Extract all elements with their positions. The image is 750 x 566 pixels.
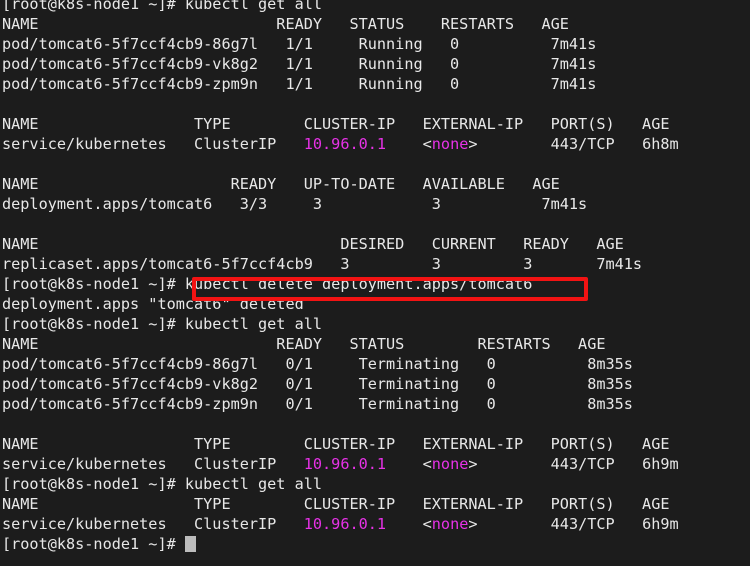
- terminal-line: pod/tomcat6-5f7ccf4cb9-zpm9n 1/1 Running…: [2, 75, 597, 93]
- ports-and-age: 443/TCP 6h8m: [477, 135, 679, 153]
- external-ip-value: none: [431, 455, 469, 473]
- shell-prompt: [root@k8s-node1 ~]#: [2, 535, 185, 553]
- service-name-and-type: service/kubernetes ClusterIP: [2, 455, 304, 473]
- ports-and-age: 443/TCP 6h9m: [477, 515, 679, 533]
- terminal-line: [root@k8s-node1 ~]# kubectl delete deplo…: [2, 275, 533, 293]
- terminal-line: pod/tomcat6-5f7ccf4cb9-zpm9n 0/1 Termina…: [2, 395, 633, 413]
- terminal-screen-buffer: [root@k8s-node1 ~]# kubectl get all NAME …: [2, 0, 679, 554]
- service-name-and-type: service/kubernetes ClusterIP: [2, 135, 304, 153]
- terminal-line: [root@k8s-node1 ~]#: [2, 534, 679, 554]
- terminal-line: pod/tomcat6-5f7ccf4cb9-86g7l 0/1 Termina…: [2, 355, 633, 373]
- terminal-line: service/kubernetes ClusterIP 10.96.0.1 <…: [2, 454, 679, 474]
- terminal-line: pod/tomcat6-5f7ccf4cb9-86g7l 1/1 Running…: [2, 35, 597, 53]
- terminal-window[interactable]: [root@k8s-node1 ~]# kubectl get all NAME …: [0, 0, 750, 566]
- terminal-line: NAME TYPE CLUSTER-IP EXTERNAL-IP PORT(S)…: [2, 115, 670, 133]
- terminal-line: NAME TYPE CLUSTER-IP EXTERNAL-IP PORT(S)…: [2, 435, 670, 453]
- terminal-line: deployment.apps "tomcat6" deleted: [2, 295, 304, 313]
- terminal-line: NAME TYPE CLUSTER-IP EXTERNAL-IP PORT(S)…: [2, 495, 670, 513]
- text-cursor[interactable]: [184, 536, 196, 552]
- external-ip-value: none: [431, 515, 469, 533]
- cluster-ip-value: 10.96.0.1: [303, 515, 387, 533]
- angle-close-bracket: >: [468, 515, 478, 533]
- terminal-line: pod/tomcat6-5f7ccf4cb9-vk8g2 0/1 Termina…: [2, 375, 633, 393]
- terminal-line: pod/tomcat6-5f7ccf4cb9-vk8g2 1/1 Running…: [2, 55, 597, 73]
- angle-open-bracket: <: [422, 455, 432, 473]
- cluster-ip-value: 10.96.0.1: [303, 455, 387, 473]
- angle-close-bracket: >: [468, 135, 478, 153]
- cluster-ip-value: 10.96.0.1: [303, 135, 387, 153]
- column-gap: [386, 135, 423, 153]
- terminal-line: NAME READY STATUS RESTARTS AGE: [2, 15, 569, 33]
- terminal-line: NAME DESIRED CURRENT READY AGE: [2, 235, 624, 253]
- terminal-line: [root@k8s-node1 ~]# kubectl get all: [2, 0, 323, 13]
- ports-and-age: 443/TCP 6h9m: [477, 455, 679, 473]
- external-ip-value: none: [431, 135, 469, 153]
- angle-close-bracket: >: [468, 455, 478, 473]
- angle-open-bracket: <: [422, 135, 432, 153]
- column-gap: [386, 455, 423, 473]
- angle-open-bracket: <: [422, 515, 432, 533]
- terminal-line: deployment.apps/tomcat6 3/3 3 3 7m41s: [2, 195, 588, 213]
- terminal-line: replicaset.apps/tomcat6-5f7ccf4cb9 3 3 3…: [2, 255, 643, 273]
- terminal-line: service/kubernetes ClusterIP 10.96.0.1 <…: [2, 134, 679, 154]
- terminal-line: NAME READY STATUS RESTARTS AGE: [2, 335, 606, 353]
- terminal-line: NAME READY UP-TO-DATE AVAILABLE AGE: [2, 175, 560, 193]
- column-gap: [386, 515, 423, 533]
- service-name-and-type: service/kubernetes ClusterIP: [2, 515, 304, 533]
- terminal-line: [root@k8s-node1 ~]# kubectl get all: [2, 475, 323, 493]
- terminal-line: [root@k8s-node1 ~]# kubectl get all: [2, 315, 323, 333]
- terminal-line: service/kubernetes ClusterIP 10.96.0.1 <…: [2, 514, 679, 534]
